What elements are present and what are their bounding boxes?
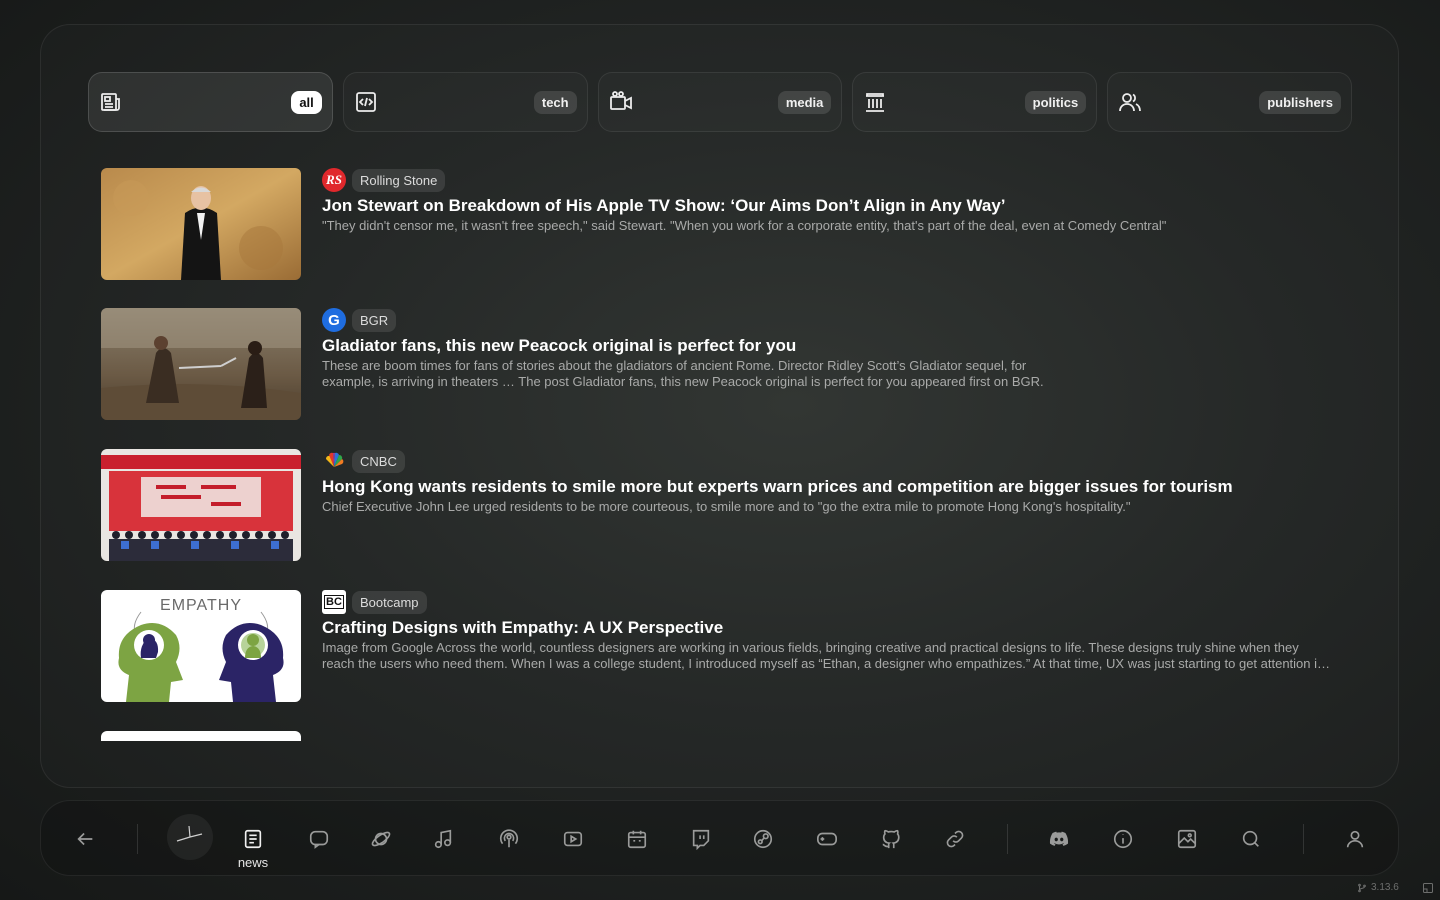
chat-bubble-icon[interactable]: [305, 825, 333, 853]
tab-all[interactable]: all: [88, 72, 333, 132]
active-section-label: news: [237, 855, 269, 870]
tab-tech[interactable]: tech: [342, 72, 588, 132]
video-camera-icon: [609, 91, 632, 110]
planet-icon[interactable]: [367, 825, 395, 853]
article-description: "They didn't censor me, it wasn't free s…: [322, 218, 1167, 233]
article-title[interactable]: Jon Stewart on Breakdown of His Apple TV…: [322, 195, 1341, 217]
tab-label: publishers: [1259, 90, 1341, 114]
article-thumbnail[interactable]: [101, 308, 301, 420]
thumbnail-caption: EMPATHY: [160, 597, 242, 614]
podcast-icon[interactable]: [495, 825, 523, 853]
git-branch-icon: [1358, 883, 1366, 892]
rolling-stone-logo-icon: RS: [322, 168, 346, 192]
tab-politics[interactable]: politics: [852, 72, 1098, 132]
article-thumbnail[interactable]: [101, 168, 301, 280]
news-article[interactable]: RS Rolling Stone Jon Stewart on Breakdow…: [101, 168, 1341, 280]
news-feed[interactable]: RS Rolling Stone Jon Stewart on Breakdow…: [101, 168, 1341, 741]
bottom-dock: news: [40, 800, 1399, 876]
category-tabs: all tech media politics publishers: [88, 72, 1352, 132]
article-thumbnail[interactable]: [101, 731, 301, 741]
bootcamp-logo-icon: BC: [322, 590, 346, 614]
newspaper-icon[interactable]: [239, 825, 267, 853]
article-thumbnail[interactable]: EMPATHY: [101, 590, 301, 702]
link-icon[interactable]: [941, 825, 969, 853]
article-title[interactable]: Hong Kong wants residents to smile more …: [322, 476, 1341, 498]
article-image: [101, 308, 301, 420]
tab-label: politics: [1024, 90, 1087, 114]
article-image: [101, 449, 301, 561]
source-name[interactable]: CNBC: [352, 449, 405, 473]
article-description: These are boom times for fans of stories…: [322, 358, 1044, 389]
twitch-icon[interactable]: [687, 825, 715, 853]
clock-icon[interactable]: [167, 814, 213, 860]
version-info: 3.13.6: [1357, 882, 1399, 893]
tab-label: tech: [533, 90, 577, 114]
search-icon[interactable]: [1237, 825, 1265, 853]
source-name[interactable]: BGR: [352, 308, 397, 332]
source-name[interactable]: Rolling Stone: [352, 168, 446, 192]
image-icon[interactable]: [1173, 825, 1201, 853]
article-thumbnail[interactable]: [101, 449, 301, 561]
news-article[interactable]: EMPATHY BC Bootcamp Crafting Designs wit…: [101, 590, 1341, 702]
article-description: Image from Google Across the world, coun…: [322, 640, 1325, 671]
code-file-icon: [355, 92, 376, 112]
calendar-icon[interactable]: [623, 825, 651, 853]
bgr-logo-icon: G: [322, 308, 346, 332]
user-icon[interactable]: [1341, 825, 1369, 853]
tab-media[interactable]: media: [597, 72, 843, 132]
steam-icon[interactable]: [749, 825, 777, 853]
article-image: [101, 168, 301, 280]
info-icon[interactable]: [1109, 825, 1137, 853]
play-video-icon[interactable]: [559, 825, 587, 853]
gamepad-icon[interactable]: [813, 825, 841, 853]
dock-divider: [137, 824, 138, 854]
article-title[interactable]: Crafting Designs with Empathy: A UX Pers…: [322, 617, 1341, 639]
newspaper-icon: [101, 93, 120, 111]
tab-label: all: [291, 90, 322, 114]
tab-label: media: [777, 90, 832, 114]
version-number: 3.13.6: [1371, 882, 1399, 893]
cnbc-peacock-logo-icon: [322, 449, 346, 473]
building-columns-icon: [866, 93, 885, 112]
github-icon[interactable]: [877, 825, 905, 853]
users-icon: [1119, 93, 1142, 112]
article-description: Chief Executive John Lee urged residents…: [322, 499, 1131, 514]
news-article[interactable]: CNBC Hong Kong wants residents to smile …: [101, 449, 1341, 561]
news-article[interactable]: G BGR Gladiator fans, this new Peacock o…: [101, 308, 1341, 420]
music-note-icon[interactable]: [429, 825, 457, 853]
window-resize-icon[interactable]: [1422, 882, 1434, 894]
article-image: EMPATHY: [101, 590, 301, 702]
source-name[interactable]: Bootcamp: [352, 590, 427, 614]
dock-divider: [1007, 824, 1008, 854]
dock-divider: [1303, 824, 1304, 854]
discord-icon[interactable]: [1045, 825, 1073, 853]
tab-publishers[interactable]: publishers: [1107, 72, 1352, 132]
article-title[interactable]: Gladiator fans, this new Peacock origina…: [322, 335, 1341, 357]
back-arrow-icon[interactable]: [71, 825, 99, 853]
news-article[interactable]: [101, 731, 1341, 741]
